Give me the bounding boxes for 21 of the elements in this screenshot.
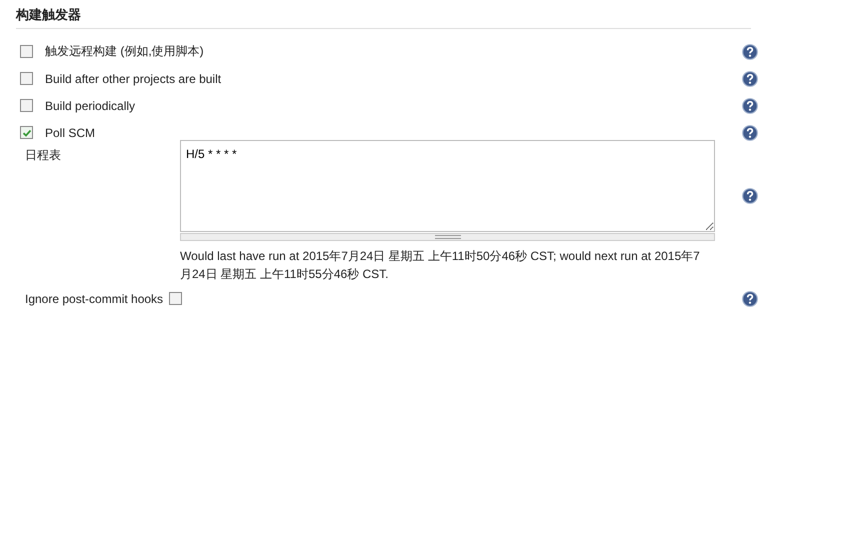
checkbox-label: Build periodically — [45, 98, 136, 112]
help-icon[interactable] — [742, 290, 758, 306]
checkbox-label: 触发远程构建 (例如,使用脚本) — [45, 43, 205, 60]
checkbox[interactable] — [20, 72, 33, 85]
checkbox-label: Ignore post-commit hooks — [25, 292, 164, 306]
checkbox[interactable] — [20, 45, 33, 58]
help-icon[interactable] — [742, 188, 758, 204]
checkbox-label: Build after other projects are built — [45, 72, 222, 86]
checkbox[interactable] — [20, 99, 33, 112]
checkbox[interactable] — [20, 126, 33, 139]
resize-handle[interactable] — [180, 233, 715, 241]
help-icon[interactable] — [742, 44, 758, 60]
checkbox[interactable] — [169, 292, 182, 305]
schedule-message: Would last have run at 2015年7月24日 星期五 上午11时50分46秒 CST; would next run at 2015年7月24日 星期五 上午11时55分46秒 CST. — [180, 248, 700, 283]
help-icon[interactable] — [742, 98, 758, 114]
checkbox-label: Poll SCM — [45, 126, 96, 140]
schedule-label: 日程表 — [25, 147, 62, 164]
schedule-field[interactable]: H/5 * * * * — [180, 140, 715, 232]
help-icon[interactable] — [742, 124, 758, 140]
section-title: 构建触发器 — [16, 7, 81, 22]
help-icon[interactable] — [742, 70, 758, 86]
